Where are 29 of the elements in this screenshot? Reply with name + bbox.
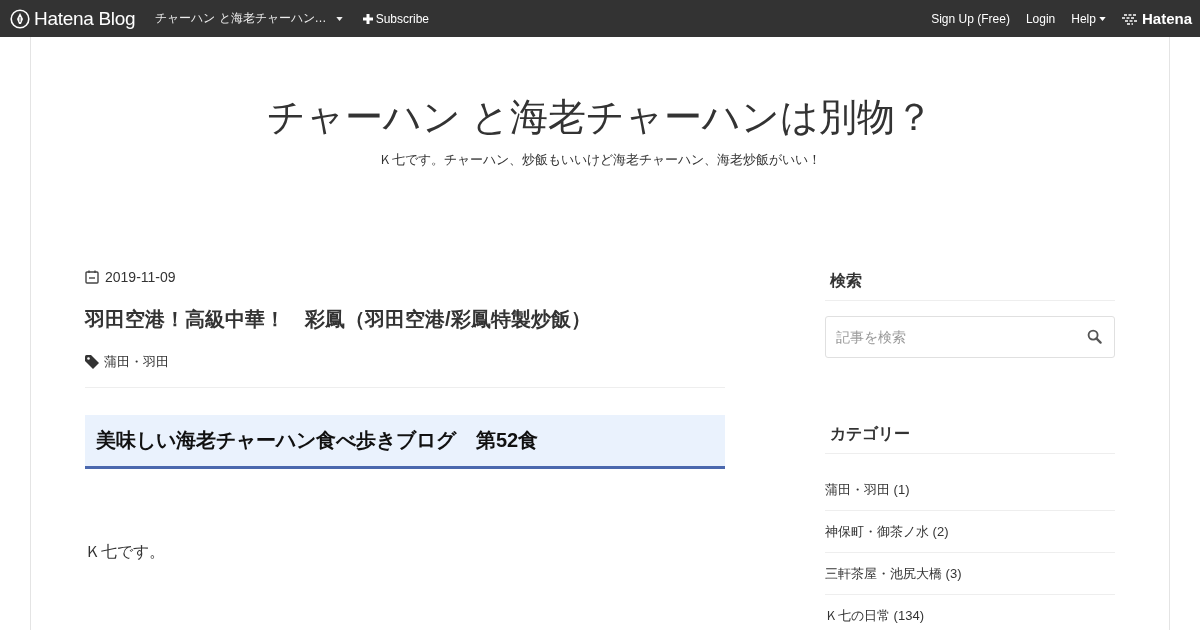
plus-icon — [362, 13, 373, 24]
section-heading: 美味しい海老チャーハン食べ歩きブログ 第52食 — [85, 415, 725, 469]
caret-icon — [1098, 16, 1106, 21]
nav-link[interactable]: Login — [1025, 11, 1056, 26]
entry-title[interactable]: 羽田空港！高級中華！ 彩鳳（羽田空港/彩鳳特製炒飯） — [85, 305, 725, 333]
subscribe-button[interactable]: Subscribe — [362, 11, 429, 26]
pen-nib-icon — [10, 8, 30, 29]
entry-date[interactable]: 2019-11-09 — [105, 269, 176, 285]
category-link[interactable]: 蒲田・羽田 — [104, 353, 169, 371]
blog-menu[interactable]: チャーハン と海老チャーハン… — [155, 10, 343, 27]
search-icon[interactable] — [1087, 329, 1102, 344]
blog-title[interactable]: チャーハン と海老チャーハンは別物？ — [31, 95, 1169, 139]
body-text: Ｋ七です。 — [85, 542, 166, 562]
module-title: 検索 — [825, 267, 1115, 301]
category-link[interactable]: Ｋ七の日常 (134) — [825, 606, 924, 625]
category-link[interactable]: 三軒茶屋・池尻大橋 (3) — [825, 564, 962, 583]
hatena-blog-logo[interactable]: Hatena Blog — [10, 7, 136, 30]
lines-icon — [1121, 12, 1140, 25]
search-field[interactable]: 記事を検索 — [825, 316, 1115, 358]
category-link[interactable]: 蒲田・羽田 (1) — [825, 480, 910, 499]
caret-icon — [335, 16, 343, 21]
blog-description: Ｋ七です。チャーハン、炒飯もいいけど海老チャーハン、海老炒飯がいい！ — [378, 151, 822, 169]
hatena-logo[interactable]: Hatena — [1121, 10, 1192, 27]
help-menu[interactable]: Help — [1071, 11, 1106, 26]
calendar-icon — [85, 270, 99, 284]
module-title: カテゴリー — [825, 420, 1115, 454]
tag-icon — [85, 355, 99, 369]
category-link[interactable]: 神保町・御茶ノ水 (2) — [825, 522, 949, 541]
nav-link[interactable]: Sign Up (Free) — [931, 11, 1010, 26]
